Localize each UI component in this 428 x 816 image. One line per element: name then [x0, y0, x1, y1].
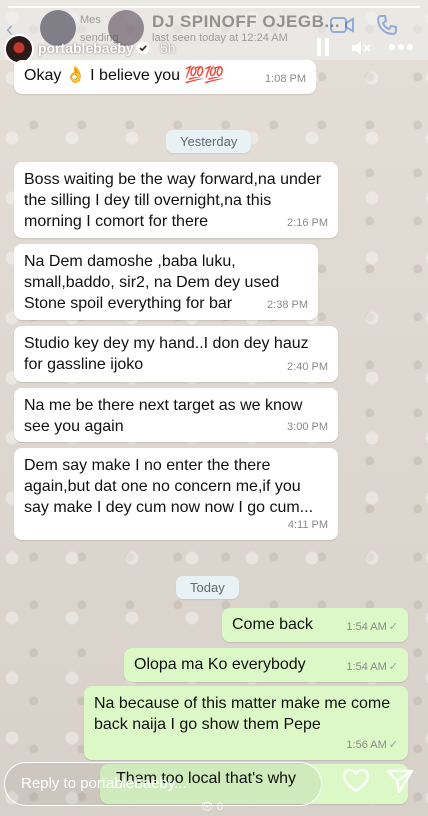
- video-call-icon: [330, 17, 354, 33]
- message-text: Boss waiting be the way forward,na under…: [24, 171, 322, 230]
- reply-input[interactable]: Reply to portablebaeby...: [4, 762, 322, 806]
- message-time: 3:00 PM: [287, 421, 328, 433]
- date-chip-today: Today: [176, 576, 239, 599]
- verified-badge-icon: [136, 41, 150, 55]
- pause-icon[interactable]: [314, 36, 332, 58]
- message-time: 2:16 PM: [287, 217, 328, 229]
- message-text: Okay 👌 I believe you 💯💯: [24, 67, 225, 84]
- message-bubble-in[interactable]: Na me be there next target as we know se…: [14, 388, 338, 442]
- message-time: 1:08 PM: [265, 73, 306, 85]
- message-bubble-out[interactable]: Na because of this matter make me come b…: [84, 686, 408, 760]
- story-progress-bar: [8, 6, 420, 8]
- message-text: Studio key dey my hand..I don dey hauz f…: [24, 335, 309, 373]
- message-time: 1:54 AM ✓: [346, 621, 398, 633]
- message-text: Dem say make I no enter the there again,…: [24, 457, 314, 516]
- message-time: 2:38 PM: [267, 299, 308, 311]
- message-bubble-in[interactable]: Dem say make I no enter the there again,…: [14, 448, 338, 540]
- message-bubble-in[interactable]: Na Dem damoshe ,baba luku, small,baddo, …: [14, 244, 318, 320]
- read-check-icon: ✓: [388, 621, 398, 633]
- header-sub-label: Mes: [80, 14, 101, 26]
- message-bubble-in[interactable]: Okay 👌 I believe you 💯💯 1:08 PM: [14, 60, 316, 94]
- send-icon[interactable]: [386, 768, 414, 794]
- message-time: 1:54 AM ✓: [346, 661, 398, 673]
- message-bubble-in[interactable]: Boss waiting be the way forward,na under…: [14, 162, 338, 238]
- view-count: 👁 0: [200, 801, 224, 813]
- message-bubble-in[interactable]: Studio key dey my hand..I don dey hauz f…: [14, 326, 338, 382]
- message-text: Olopa ma Ko everybody: [134, 656, 306, 673]
- read-check-icon: ✓: [388, 739, 398, 751]
- message-text: Na because of this matter make me come b…: [94, 695, 391, 733]
- message-time: 1:56 AM ✓: [346, 739, 398, 751]
- eye-icon: 👁: [200, 801, 218, 813]
- message-text: Come back: [232, 616, 313, 633]
- more-options-icon[interactable]: [388, 40, 414, 54]
- message-text: Na me be there next target as we know se…: [24, 397, 303, 435]
- read-check-icon: ✓: [388, 661, 398, 673]
- message-time: 2:40 PM: [287, 361, 328, 373]
- phone-call-icon: [376, 15, 397, 36]
- message-text: Na Dem damoshe ,baba luku, small,baddo, …: [24, 253, 280, 312]
- message-bubble-out[interactable]: Olopa ma Ko everybody 1:54 AM ✓: [124, 648, 408, 682]
- message-bubble-out[interactable]: Come back 1:54 AM ✓: [222, 608, 408, 642]
- mute-icon[interactable]: [350, 38, 372, 58]
- date-chip-yesterday: Yesterday: [166, 130, 252, 153]
- heart-icon[interactable]: [342, 768, 370, 794]
- message-time: 4:11 PM: [287, 519, 328, 531]
- story-time-ago: 5h: [160, 40, 176, 56]
- story-username[interactable]: portablebaeby: [38, 40, 134, 56]
- contact-name: DJ SPINOFF OJEGB...: [152, 12, 341, 31]
